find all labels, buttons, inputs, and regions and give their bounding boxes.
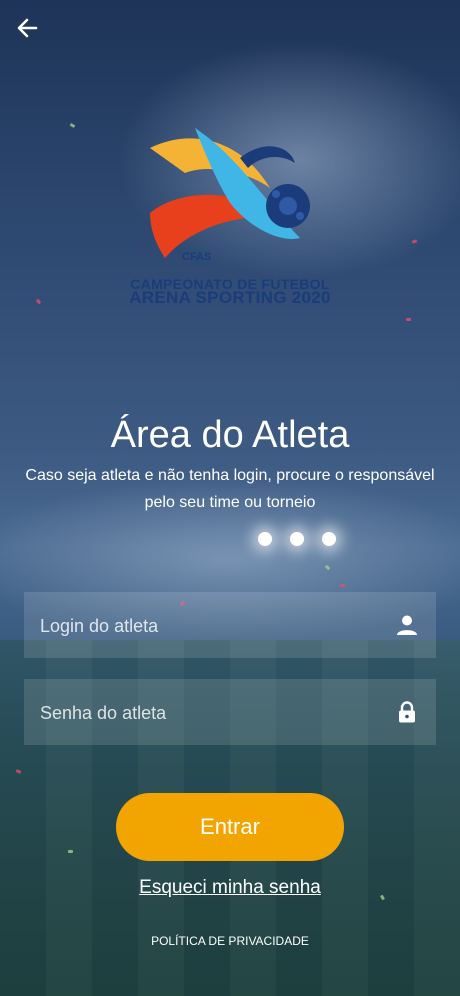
- login-input[interactable]: [38, 592, 372, 660]
- login-field[interactable]: [24, 592, 436, 660]
- lock-icon: [399, 701, 415, 723]
- login-screen: CFAS CAMPEONATO DE FUTEBOL ARENA SPORTIN…: [0, 0, 460, 996]
- forgot-password-link[interactable]: Esqueci minha senha: [0, 877, 460, 899]
- logo-emblem-icon: [150, 128, 310, 258]
- confetti: [69, 122, 76, 129]
- stadium-light: [290, 532, 304, 546]
- password-input[interactable]: [38, 679, 372, 747]
- confetti: [406, 318, 411, 321]
- confetti: [68, 850, 73, 853]
- page-title: Área do Atleta: [110, 414, 350, 456]
- subtitle-line: Caso seja atleta e não tenha login, proc…: [25, 467, 435, 484]
- arrow-left-icon: [17, 18, 38, 38]
- subtitle-line: pelo seu time ou torneio: [144, 494, 316, 511]
- stadium-light: [258, 532, 272, 546]
- confetti: [324, 564, 331, 571]
- confetti: [411, 239, 418, 244]
- logo-abbrev: CFAS: [182, 251, 212, 263]
- stadium-light: [322, 532, 336, 546]
- back-button[interactable]: [14, 14, 42, 42]
- enter-button[interactable]: Entrar: [116, 793, 344, 861]
- logo-line2: ARENA SPORTING 2020: [129, 288, 331, 307]
- page-subtitle: Caso seja atleta e não tenha login, proc…: [10, 462, 450, 516]
- user-icon: [397, 615, 417, 635]
- confetti: [340, 584, 345, 587]
- privacy-policy-link[interactable]: POLÍTICA DE PRIVACIDADE: [0, 934, 460, 948]
- password-field[interactable]: [24, 679, 436, 747]
